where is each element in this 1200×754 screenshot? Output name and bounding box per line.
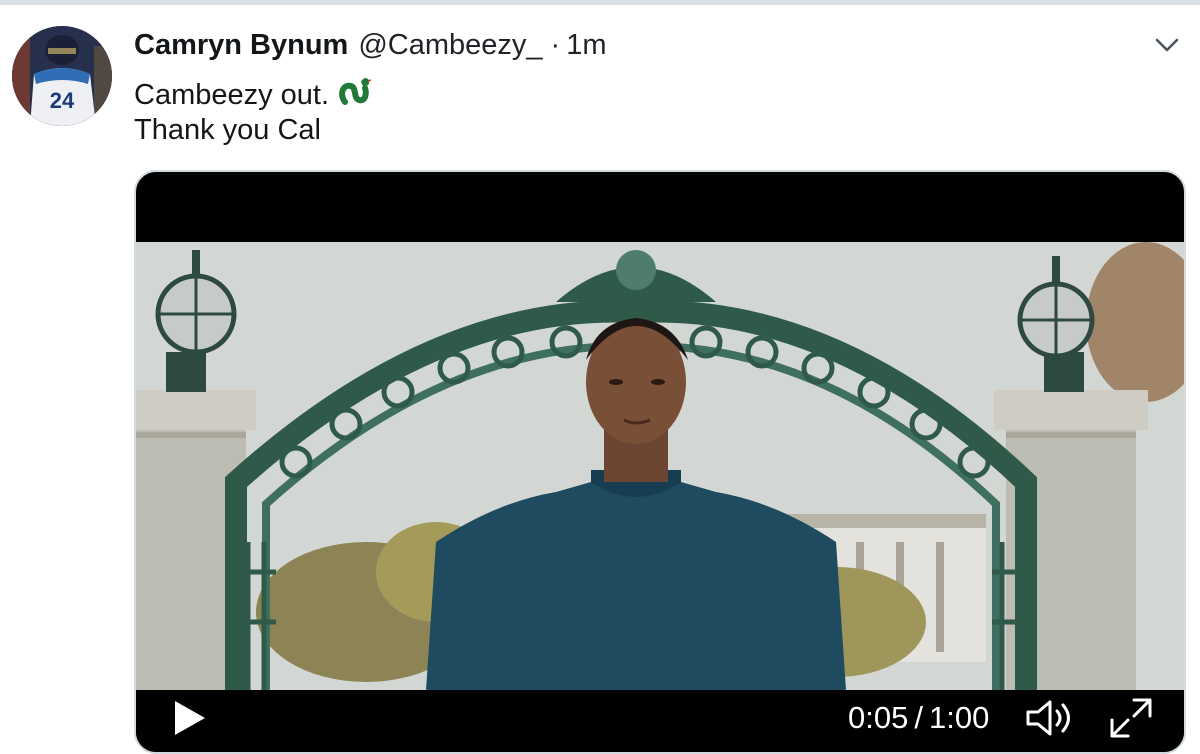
fullscreen-icon xyxy=(1110,698,1152,738)
volume-button[interactable] xyxy=(1024,696,1076,740)
time-separator: / xyxy=(914,700,923,735)
video-duration: 1:00 xyxy=(928,700,990,735)
video-still xyxy=(136,242,1184,690)
snake-emoji-icon xyxy=(337,72,372,119)
play-button[interactable] xyxy=(170,698,208,738)
header-separator: · xyxy=(550,29,561,61)
video-card[interactable]: 0:05/1:00 xyxy=(134,170,1186,754)
chevron-down-icon[interactable] xyxy=(1154,36,1180,54)
video-controls: 0:05/1:00 xyxy=(136,690,1184,752)
avatar-image: 24 xyxy=(12,26,112,126)
volume-icon xyxy=(1026,700,1070,736)
avatar[interactable]: 24 xyxy=(12,26,112,126)
video-time-readout: 0:05/1:00 xyxy=(848,698,989,738)
top-divider xyxy=(0,0,1200,5)
display-name[interactable]: Camryn Bynum xyxy=(134,29,348,61)
tweet-timestamp[interactable]: 1m xyxy=(566,29,606,61)
video-frame[interactable] xyxy=(136,242,1184,690)
tweet-text: Cambeezy out. Thank you Cal xyxy=(134,72,372,150)
tweet-text-line-2: Thank you Cal xyxy=(134,111,371,150)
tweet-header: Camryn Bynum @Cambeezy_ · 1m xyxy=(134,26,606,64)
play-icon xyxy=(175,701,205,735)
tweet-text-line-1: Cambeezy out. xyxy=(134,72,372,111)
current-time: 0:05 xyxy=(848,700,909,735)
user-handle[interactable]: @Cambeezy_ xyxy=(358,29,542,61)
avatar-jersey-number: 24 xyxy=(50,88,75,113)
fullscreen-button[interactable] xyxy=(1108,696,1154,740)
tweet-text-line-2-text: Thank you Cal xyxy=(134,114,321,146)
tweet-text-line-1-text: Cambeezy out. xyxy=(134,79,330,111)
